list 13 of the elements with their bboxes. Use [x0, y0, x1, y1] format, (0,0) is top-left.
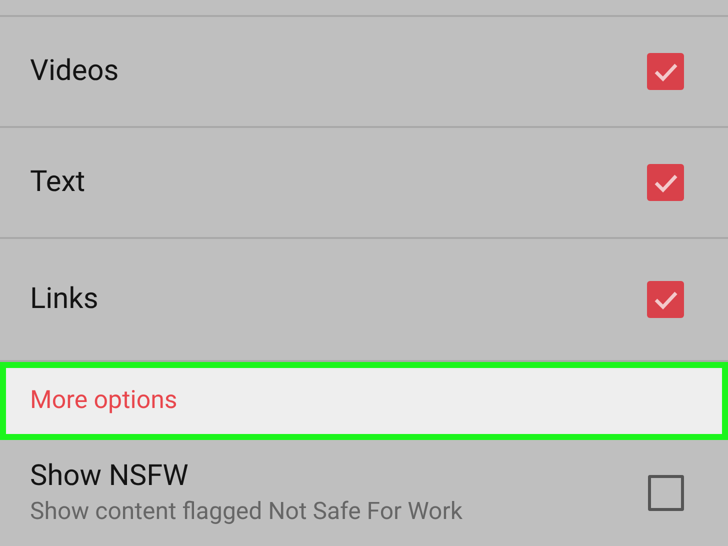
setting-description: Show content flagged Not Safe For Work — [30, 496, 463, 527]
checkbox[interactable] — [647, 164, 684, 201]
setting-label: Videos — [30, 52, 119, 90]
setting-label: Links — [30, 280, 98, 318]
setting-label: Show NSFW — [30, 458, 190, 494]
checkbox[interactable] — [647, 53, 684, 90]
section-header: More options — [0, 362, 728, 440]
checkmark-icon — [652, 172, 678, 192]
checkmark-icon — [652, 62, 678, 82]
checkbox[interactable] — [648, 475, 684, 511]
checkbox[interactable] — [647, 281, 684, 318]
setting-label: Text — [30, 164, 86, 201]
checkmark-icon — [652, 290, 678, 310]
